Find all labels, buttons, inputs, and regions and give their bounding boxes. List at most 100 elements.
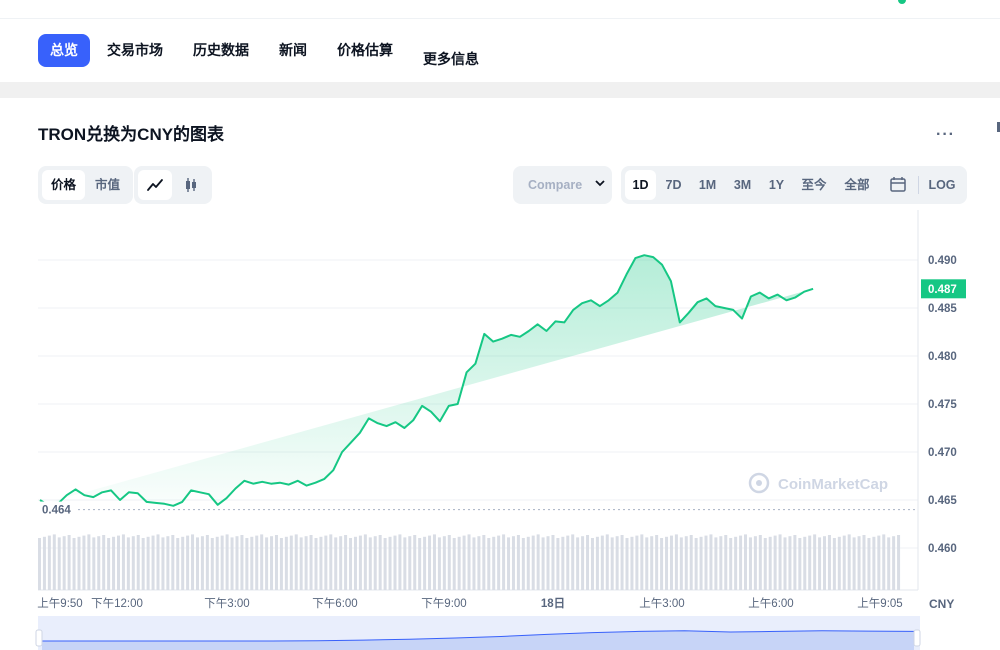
volume-bar — [265, 537, 269, 590]
volume-bar — [353, 536, 357, 590]
volume-bar — [432, 534, 436, 590]
volume-bar — [507, 537, 511, 590]
x-tick-label: 下午9:00 — [421, 597, 466, 610]
volume-bar — [378, 535, 382, 590]
volume-bar — [892, 536, 896, 590]
volume-bar — [818, 537, 822, 590]
volume-bar — [418, 538, 422, 590]
volume-bar — [793, 535, 797, 590]
volume-bar — [502, 534, 506, 590]
x-tick-label: 上午9:05 — [857, 597, 902, 610]
volume-bar — [477, 536, 481, 590]
volume-bar — [684, 536, 688, 590]
volume-bar — [783, 537, 787, 590]
volume-bar — [714, 537, 718, 590]
volume-bar — [195, 537, 199, 590]
volume-bar — [339, 536, 343, 590]
volume-bar — [107, 538, 111, 590]
volume-bar — [215, 536, 219, 590]
volume-bar — [887, 537, 891, 590]
x-tick-label: 下午12:00 — [91, 597, 143, 610]
volume-bar — [423, 536, 427, 590]
volume-bar — [82, 535, 86, 590]
volume-bar — [393, 535, 397, 590]
volume-bar — [284, 536, 288, 590]
volume-bar — [581, 536, 585, 590]
current-price-label: 0.487 — [928, 284, 957, 296]
volume-bar — [205, 535, 209, 590]
price-chart[interactable]: 0.490 0.485 0.480 0.475 0.470 0.465 0.460 上午9:… — [0, 0, 1000, 650]
volume-bar — [141, 538, 145, 590]
y-tick-label: 0.465 — [928, 495, 957, 507]
volume-bar — [166, 536, 170, 590]
volume-bar — [813, 534, 817, 590]
volume-bar — [270, 536, 274, 590]
volume-bar — [403, 537, 407, 590]
volume-bar — [600, 535, 604, 590]
volume-bar — [408, 536, 412, 590]
volume-bar — [344, 535, 348, 590]
volume-bar — [176, 538, 180, 590]
volume-bar — [487, 538, 491, 590]
volume-bar — [516, 535, 520, 590]
volume-bar — [358, 535, 362, 590]
volume-bar — [329, 534, 333, 590]
volume-bar — [314, 538, 318, 590]
volume-bar — [768, 536, 772, 590]
volume-bar — [729, 538, 733, 590]
volume-bar — [334, 537, 338, 590]
volume-bar — [294, 534, 298, 590]
volume-bar — [897, 535, 901, 590]
volume-bar — [724, 535, 728, 590]
volume-bar — [778, 534, 782, 590]
volume-bar — [112, 536, 116, 590]
y-axis: 0.490 0.485 0.480 0.475 0.470 0.465 0.460 — [928, 255, 957, 555]
price-line — [39, 254, 814, 507]
volume-bar — [191, 534, 195, 590]
volume-bar — [615, 536, 619, 590]
volume-bar — [625, 538, 629, 590]
range-navigator[interactable] — [35, 616, 921, 650]
volume-bar — [605, 534, 609, 590]
volume-bar — [536, 534, 540, 590]
volume-bar — [467, 534, 471, 590]
volume-bar — [181, 536, 185, 590]
volume-bar — [92, 537, 96, 590]
navigator-left-handle[interactable] — [35, 629, 43, 647]
volume-bar — [704, 535, 708, 590]
volume-bar — [57, 537, 61, 590]
volume-bar — [773, 535, 777, 590]
x-tick-label: 下午3:00 — [204, 597, 249, 610]
volume-bar — [279, 538, 283, 590]
volume-bar — [447, 535, 451, 590]
volume-bar — [210, 538, 214, 590]
volume-bar — [131, 536, 135, 590]
volume-bar — [827, 535, 831, 590]
volume-bar — [126, 537, 130, 590]
volume-bar — [694, 538, 698, 590]
volume-bar — [665, 536, 669, 590]
volume-bar — [462, 535, 466, 590]
volume-bar — [161, 537, 165, 590]
volume-bar — [531, 535, 535, 590]
navigator-right-handle[interactable] — [913, 629, 921, 647]
volume-bar — [763, 538, 767, 590]
volume-bar — [274, 535, 278, 590]
x-tick-label: 18日 — [541, 597, 565, 610]
volume-bar — [546, 536, 550, 590]
volume-bar — [837, 536, 841, 590]
volume-bar — [383, 538, 387, 590]
volume-bar — [77, 536, 81, 590]
volume-bar — [808, 535, 812, 590]
open-price-badge: 0.464 — [38, 501, 78, 517]
volume-bar — [482, 535, 486, 590]
volume-bar — [309, 535, 313, 590]
price-area — [40, 255, 814, 506]
volume-bar — [586, 535, 590, 590]
volume-bar — [758, 535, 762, 590]
chart-gridlines — [38, 210, 919, 591]
volume-bar — [595, 536, 599, 590]
volume-bar — [867, 538, 871, 590]
volume-bar — [497, 535, 501, 590]
volume-bar — [319, 536, 323, 590]
